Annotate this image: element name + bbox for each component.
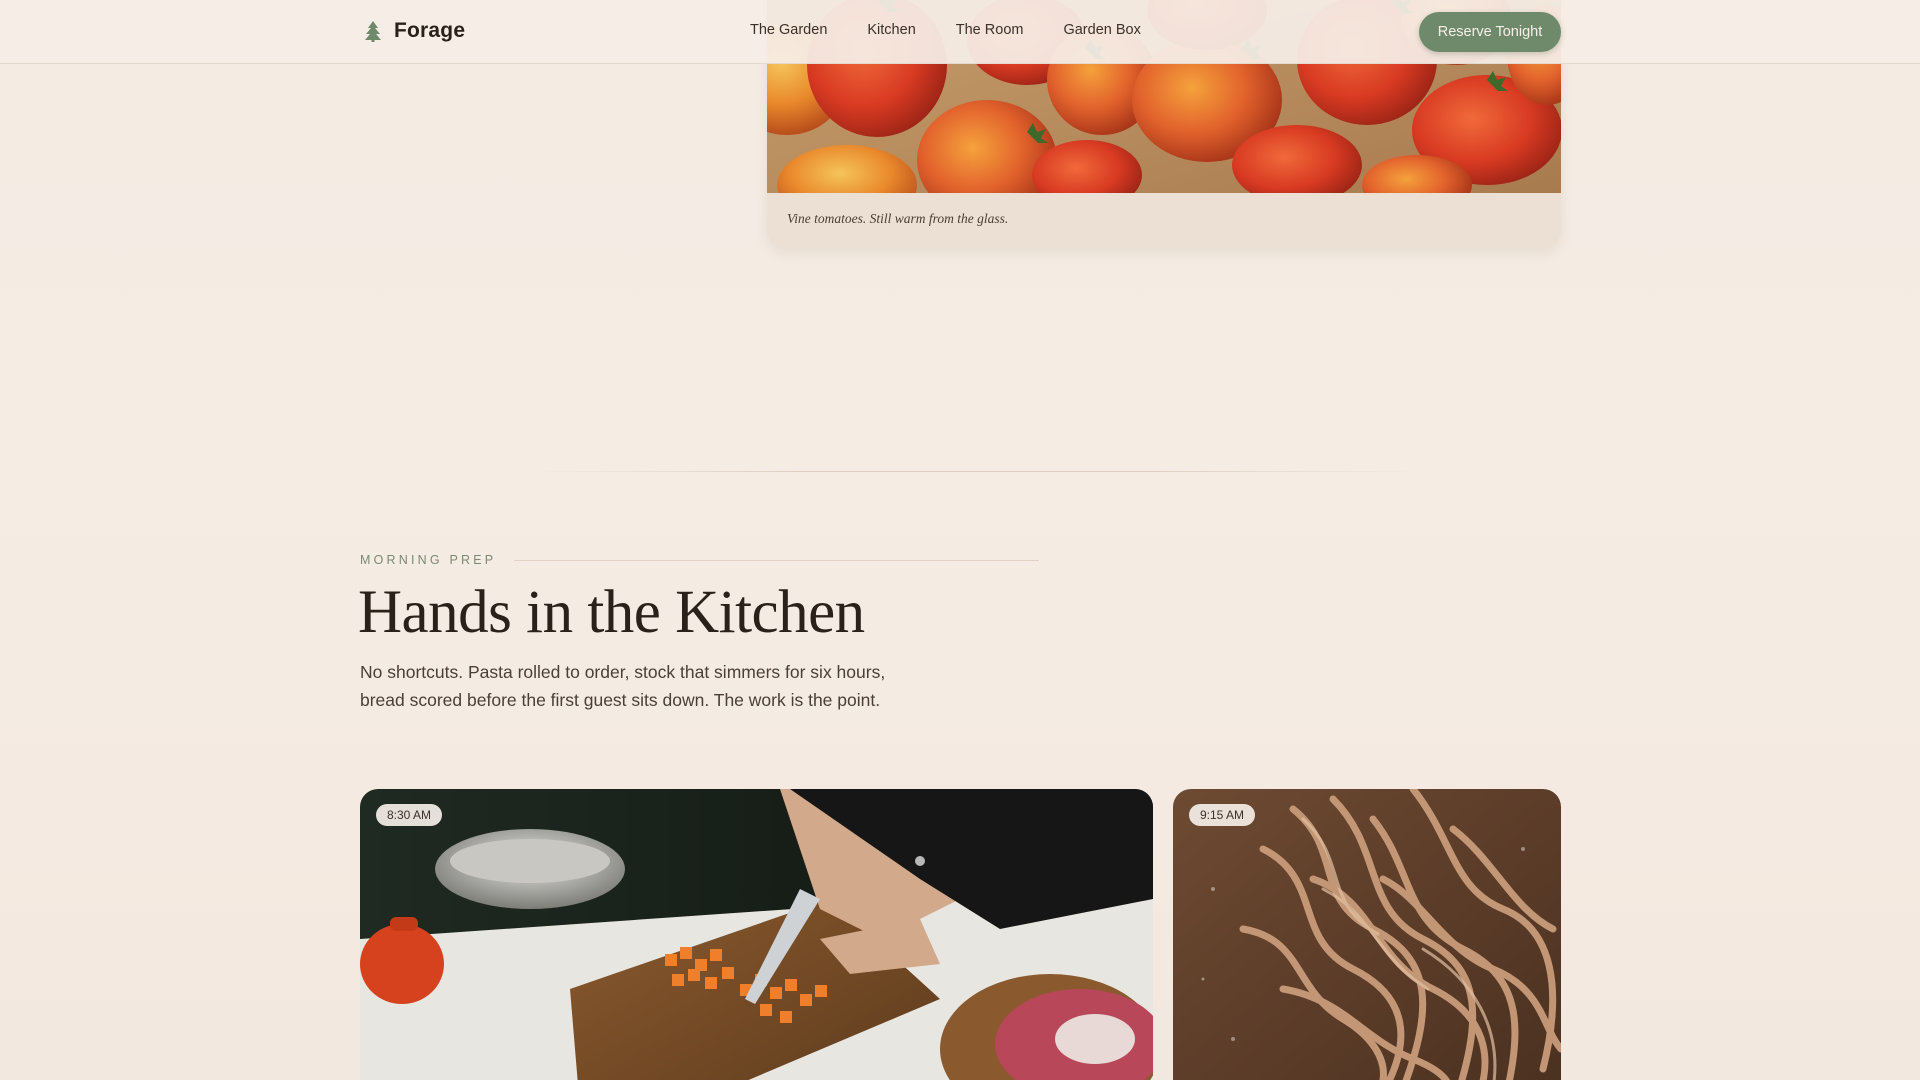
eyebrow-row: MORNING PREP [360, 553, 1040, 567]
nav-link-room[interactable]: The Room [956, 22, 1024, 38]
tree-icon [365, 21, 381, 42]
time-badge: 9:15 AM [1189, 804, 1256, 826]
section-lede: No shortcuts. Pasta rolled to order, sto… [360, 662, 886, 710]
eyebrow-rule [514, 559, 1040, 561]
gallery-card-chopping[interactable]: 8:30 AM [360, 789, 1153, 1080]
time-badge: 8:30 AM [376, 804, 443, 826]
section-eyebrow: MORNING PREP [360, 553, 497, 567]
nav-link-garden[interactable]: The Garden [750, 22, 827, 38]
nav-links: The Garden Kitchen The Room Garden Box [750, 22, 1141, 38]
brand-link[interactable]: Forage [362, 19, 465, 43]
top-nav: Forage The Garden Kitchen The Room Garde… [0, 0, 1920, 64]
reserve-button[interactable]: Reserve Tonight [1419, 12, 1561, 52]
chopping-image [360, 789, 1153, 1080]
pasta-image [1173, 789, 1561, 1080]
brand-name: Forage [394, 19, 466, 42]
nav-link-garden-box[interactable]: Garden Box [1063, 22, 1140, 38]
page: Forage The Garden Kitchen The Room Garde… [0, 0, 1920, 1080]
section-divider [525, 471, 1425, 472]
gallery-card-pasta[interactable]: 9:15 AM [1173, 789, 1561, 1080]
photo-caption: Vine tomatoes. Still warm from the glass… [787, 211, 1009, 226]
section-title: Hands in the Kitchen [358, 579, 865, 646]
nav-link-kitchen[interactable]: Kitchen [867, 22, 915, 38]
